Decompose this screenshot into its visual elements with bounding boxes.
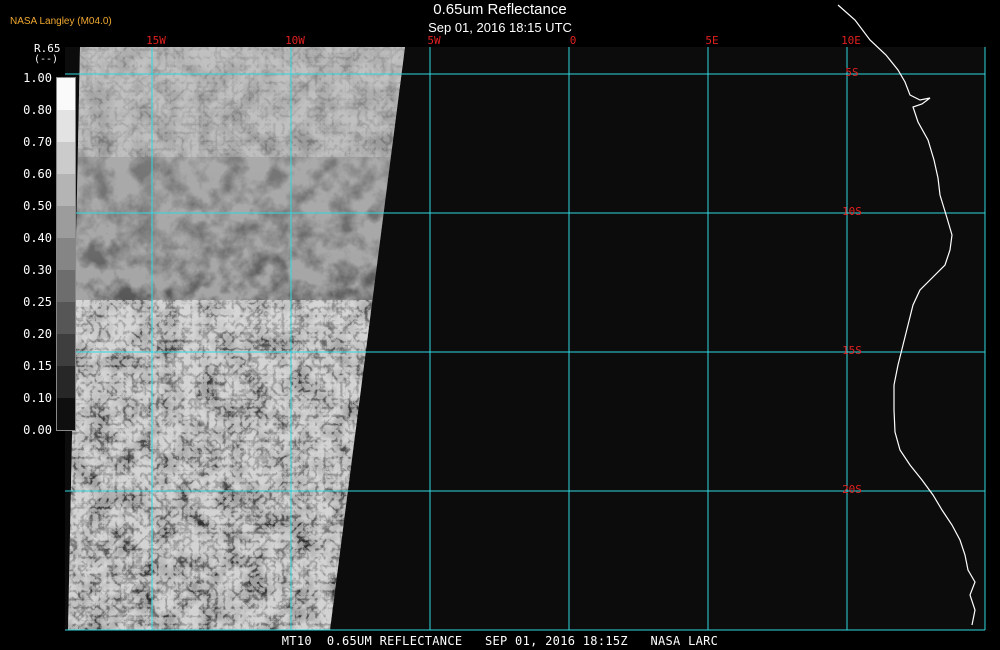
legend-step <box>57 174 75 206</box>
longitude-label: 10W <box>285 34 305 47</box>
legend-tick-label: 0.40 <box>23 231 52 245</box>
legend-tick-label: 0.15 <box>23 359 52 373</box>
legend-step <box>57 398 75 430</box>
latitude-label: 10S <box>842 205 862 218</box>
legend-step <box>57 302 75 334</box>
legend-step <box>57 366 75 398</box>
legend-step <box>57 110 75 142</box>
legend-tick-label: 0.60 <box>23 167 52 181</box>
legend-tick-label: 0.20 <box>23 327 52 341</box>
legend-tick-label: 0.70 <box>23 135 52 149</box>
longitude-label: 15W <box>146 34 166 47</box>
legend-step <box>57 238 75 270</box>
longitude-label: 10E <box>841 34 861 47</box>
legend-tick-label: 0.00 <box>23 423 52 437</box>
legend-tick-label: 0.80 <box>23 103 52 117</box>
legend-title: R.65 <box>34 42 61 55</box>
legend-unit: (--) <box>34 54 59 65</box>
legend-tick-label: 0.50 <box>23 199 52 213</box>
legend-step <box>57 270 75 302</box>
legend-tick-label: 0.25 <box>23 295 52 309</box>
legend-tick-label: 0.10 <box>23 391 52 405</box>
legend-step <box>57 206 75 238</box>
longitude-label: 5E <box>705 34 718 47</box>
satellite-map: 15W 10W 5W 0 5E 10E 5S 10S 15S 20S <box>65 4 986 631</box>
latitude-label: 20S <box>842 483 862 496</box>
legend-tick-label: 1.00 <box>23 71 52 85</box>
footer-caption: MT10 0.65UM REFLECTANCE SEP 01, 2016 18:… <box>281 634 719 648</box>
legend-color-bar <box>56 77 76 431</box>
latitude-label: 15S <box>842 344 862 357</box>
longitude-label: 5W <box>427 34 441 47</box>
legend-tick-label: 0.30 <box>23 263 52 277</box>
latitude-label: 5S <box>845 66 858 79</box>
legend-step <box>57 78 75 110</box>
legend-step <box>57 334 75 366</box>
legend-step <box>57 142 75 174</box>
longitude-label: 0 <box>570 34 577 47</box>
